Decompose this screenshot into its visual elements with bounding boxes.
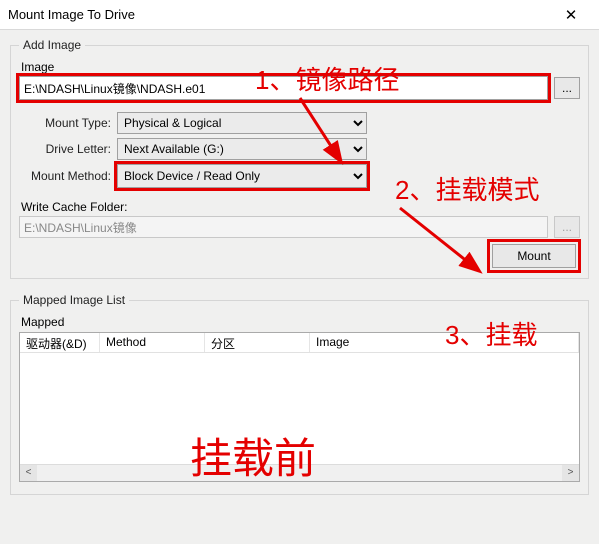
close-icon[interactable]: ✕ xyxy=(551,6,591,24)
mount-type-label: Mount Type: xyxy=(19,116,117,130)
browse-image-button[interactable]: ... xyxy=(554,77,580,99)
mount-button[interactable]: Mount xyxy=(492,244,576,268)
mount-type-select[interactable]: Physical & Logical xyxy=(117,112,367,134)
scroll-right-icon[interactable]: > xyxy=(562,465,579,482)
browse-cache-button: ... xyxy=(554,216,580,238)
title-bar: Mount Image To Drive ✕ xyxy=(0,0,599,30)
mount-button-wrap: Mount xyxy=(490,242,578,270)
mount-method-label: Mount Method: xyxy=(19,169,117,183)
col-method[interactable]: Method xyxy=(100,333,205,352)
image-label: Image xyxy=(21,60,580,74)
mapped-list-group: Mapped Image List Mapped 驱动器(&D) Method … xyxy=(10,293,589,495)
image-path-input[interactable] xyxy=(19,76,548,100)
mapped-table-body xyxy=(20,353,579,464)
col-image[interactable]: Image xyxy=(310,333,579,352)
mapped-table: 驱动器(&D) Method 分区 Image < > xyxy=(19,332,580,482)
window-title: Mount Image To Drive xyxy=(8,7,551,22)
mount-method-select[interactable]: Block Device / Read Only xyxy=(117,164,367,188)
drive-letter-label: Drive Letter: xyxy=(19,142,117,156)
horizontal-scrollbar[interactable]: < > xyxy=(20,464,579,482)
mapped-list-legend: Mapped Image List xyxy=(19,293,129,307)
drive-letter-select[interactable]: Next Available (G:) xyxy=(117,138,367,160)
write-cache-label: Write Cache Folder: xyxy=(19,200,580,214)
add-image-legend: Add Image xyxy=(19,38,85,52)
write-cache-input xyxy=(19,216,548,238)
add-image-group: Add Image Image ... Mount Type: Physical… xyxy=(10,38,589,279)
col-partition[interactable]: 分区 xyxy=(205,333,310,352)
mapped-table-legend: Mapped xyxy=(21,315,580,329)
scroll-left-icon[interactable]: < xyxy=(20,465,37,482)
col-drive[interactable]: 驱动器(&D) xyxy=(20,333,100,352)
content-area: Add Image Image ... Mount Type: Physical… xyxy=(0,30,599,544)
mapped-table-header: 驱动器(&D) Method 分区 Image xyxy=(20,333,579,353)
